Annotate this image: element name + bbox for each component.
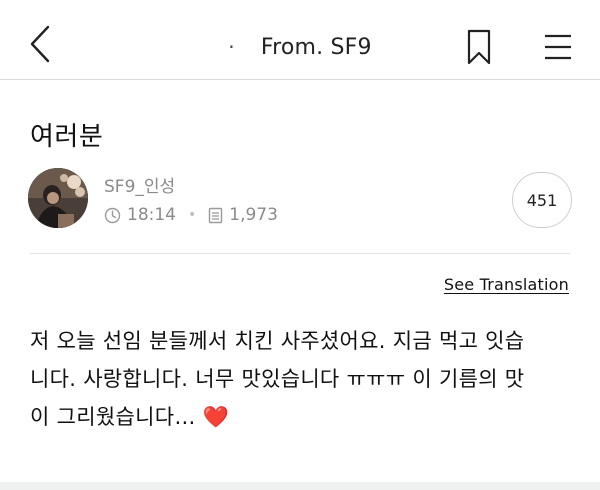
- avatar[interactable]: [28, 168, 88, 228]
- menu-button[interactable]: [540, 30, 576, 64]
- post-body: 저 오늘 선임 분들께서 치킨 사주셨어요. 지금 먹고 잇습 니다. 사랑합니…: [30, 322, 575, 436]
- see-translation-link[interactable]: See Translation: [444, 275, 569, 294]
- comment-count-button[interactable]: 451: [512, 172, 572, 228]
- bookmark-icon: [467, 29, 491, 65]
- document-icon: [209, 207, 223, 223]
- hamburger-menu-icon: [545, 34, 571, 60]
- post-body-line: 저 오늘 선임 분들께서 치킨 사주셨어요. 지금 먹고 잇습: [30, 329, 525, 353]
- bookmark-button[interactable]: [464, 28, 494, 66]
- view-count: 1,973: [229, 205, 278, 225]
- title-dot: ·: [228, 35, 235, 59]
- divider: [30, 253, 570, 254]
- post-body-line: 이 그리웠습니다…: [30, 405, 203, 429]
- clock-icon: [104, 207, 121, 223]
- board-title: From. SF9: [260, 34, 372, 60]
- meta-separator: •: [188, 207, 197, 223]
- bottom-strip: [0, 482, 600, 490]
- post-screen: · From. SF9 여러분 SF9_인성 18:14 • 1,973 451…: [0, 0, 600, 490]
- post-time: 18:14: [127, 205, 176, 225]
- post-meta: 18:14 • 1,973: [104, 203, 278, 227]
- post-body-line: 니다. 사랑합니다. 너무 맛있습니다 ㅠㅠㅠ 이 기름의 맛: [30, 367, 525, 391]
- header-title: · From. SF9: [0, 30, 600, 64]
- post-body-line-last: 이 그리웠습니다… ❤️: [30, 398, 575, 436]
- avatar-photo: [28, 168, 88, 228]
- top-bar: · From. SF9: [0, 0, 600, 80]
- author-name[interactable]: SF9_인성: [104, 172, 175, 197]
- post-title: 여러분: [30, 122, 104, 152]
- heart-emoji: ❤️: [202, 405, 230, 429]
